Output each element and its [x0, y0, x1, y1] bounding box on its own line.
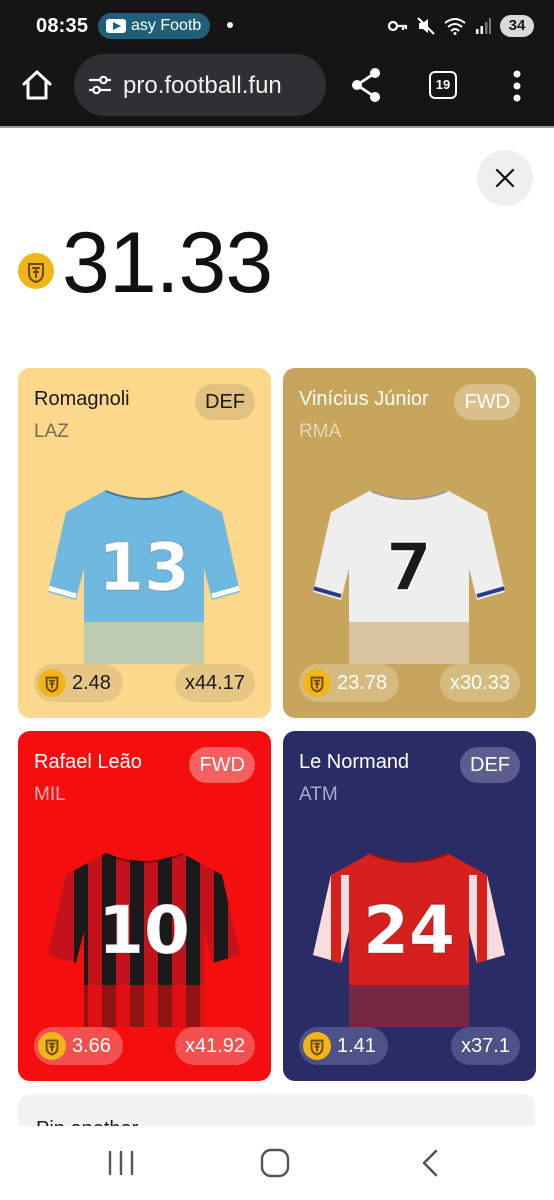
player-name: Rafael Leão — [34, 751, 142, 773]
player-name: Romagnoli — [34, 388, 130, 410]
points-badge: 2.48 — [34, 664, 123, 702]
jersey-number: 10 — [98, 892, 190, 969]
multiplier-badge: x37.1 — [451, 1027, 520, 1065]
player-card[interactable]: Rafael Leão MIL FWD 10 3.66 x41.92 — [18, 731, 271, 1081]
multiplier-badge: x30.33 — [439, 664, 520, 702]
home-nav-icon[interactable] — [258, 1148, 292, 1178]
media-notification-text: asy Footb — [131, 17, 202, 34]
coin-icon — [18, 253, 54, 289]
media-notification-chip[interactable]: asy Footb — [98, 13, 210, 39]
position-badge: FWD — [454, 384, 520, 420]
points-value: 2.48 — [72, 671, 111, 694]
player-team: RMA — [299, 421, 342, 442]
player-card[interactable]: Romagnoli LAZ DEF 13 2.48 x44.17 — [18, 368, 271, 718]
jersey-image: 10 — [48, 853, 240, 1027]
coin-icon — [38, 669, 66, 697]
jersey-number: 7 — [386, 529, 432, 606]
position-badge: DEF — [460, 747, 520, 783]
player-card[interactable]: Le Normand ATM DEF 24 1.41 x37.1 — [283, 731, 536, 1081]
battery-level: 34 — [500, 15, 534, 37]
status-icons: 34 — [388, 14, 534, 38]
status-time: 08:35 — [36, 15, 89, 37]
player-team: ATM — [299, 784, 338, 805]
tab-switcher-button[interactable]: 19 — [429, 71, 457, 99]
more-menu-icon[interactable] — [507, 68, 527, 104]
points-badge: 23.78 — [299, 664, 400, 702]
jersey-number: 24 — [363, 892, 455, 969]
share-icon[interactable] — [350, 67, 382, 103]
site-settings-icon[interactable] — [88, 74, 112, 96]
close-button[interactable] — [477, 150, 533, 206]
close-icon — [495, 168, 515, 188]
player-name: Vinícius Júnior — [299, 388, 429, 410]
total-score: 31.33 — [62, 215, 273, 311]
player-card[interactable]: Vinícius Júnior RMA FWD 7 23.78 x30.33 — [283, 368, 536, 718]
player-team: MIL — [34, 784, 66, 805]
jersey-image: 7 — [313, 490, 505, 664]
multiplier-badge: x41.92 — [174, 1027, 255, 1065]
browser-toolbar: pro.football.fun 19 — [0, 50, 554, 128]
coin-icon — [303, 669, 331, 697]
position-badge: DEF — [195, 384, 255, 420]
points-value: 23.78 — [337, 671, 388, 694]
wifi-icon — [444, 18, 466, 35]
recent-apps-icon[interactable] — [104, 1148, 138, 1178]
status-bar: 08:35 asy Footb 34 — [0, 0, 554, 50]
coin-icon — [303, 1032, 331, 1060]
coin-icon — [38, 1032, 66, 1060]
signal-icon — [476, 18, 491, 34]
jersey-number: 13 — [98, 529, 190, 606]
player-name: Le Normand — [299, 751, 410, 773]
notification-dot-icon — [227, 22, 233, 28]
position-badge: FWD — [189, 747, 255, 783]
points-value: 1.41 — [337, 1034, 376, 1057]
jersey-image: 13 — [48, 490, 240, 664]
points-badge: 3.66 — [34, 1027, 123, 1065]
player-team: LAZ — [34, 421, 69, 442]
url-text: pro.football.fun — [123, 72, 282, 99]
points-badge: 1.41 — [299, 1027, 388, 1065]
home-icon[interactable] — [20, 68, 54, 102]
system-nav-bar — [0, 1126, 554, 1200]
multiplier-badge: x44.17 — [174, 664, 255, 702]
youtube-icon — [106, 19, 126, 33]
key-icon — [388, 20, 408, 32]
back-icon[interactable] — [414, 1148, 448, 1178]
points-value: 3.66 — [72, 1034, 111, 1057]
address-bar[interactable]: pro.football.fun — [74, 54, 326, 116]
mute-icon — [417, 17, 435, 35]
jersey-image: 24 — [313, 853, 505, 1027]
